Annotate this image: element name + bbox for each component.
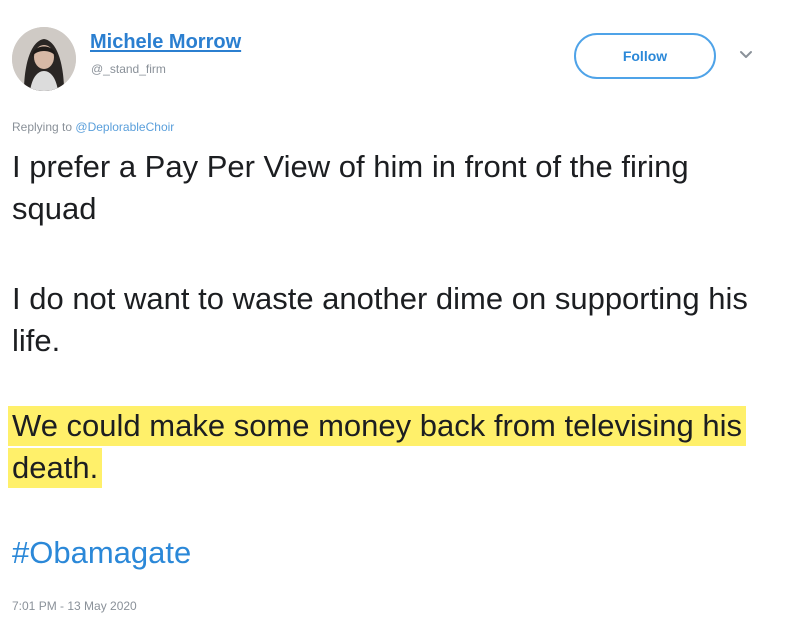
avatar[interactable] bbox=[12, 27, 76, 91]
hashtag-link[interactable]: #Obamagate bbox=[12, 532, 191, 574]
follow-button[interactable]: Follow bbox=[574, 33, 716, 79]
reply-mention-link[interactable]: @DeplorableChoir bbox=[75, 120, 174, 134]
tweet-paragraph: I prefer a Pay Per View of him in front … bbox=[12, 149, 689, 226]
tweet-timestamp[interactable]: 7:01 PM - 13 May 2020 bbox=[12, 599, 137, 613]
reply-context: Replying to @DeplorableChoir bbox=[12, 120, 174, 134]
tweet-paragraph: I do not want to waste another dime on s… bbox=[12, 281, 748, 358]
avatar-image bbox=[12, 27, 76, 91]
reply-prefix: Replying to bbox=[12, 120, 73, 134]
user-handle[interactable]: @_stand_firm bbox=[91, 62, 166, 76]
chevron-down-icon[interactable] bbox=[736, 48, 756, 62]
highlighted-text: We could make some money back from telev… bbox=[8, 406, 746, 488]
display-name[interactable]: Michele Morrow bbox=[90, 31, 241, 54]
tweet-card: Michele Morrow @_stand_firm Follow Reply… bbox=[0, 0, 788, 625]
tweet-paragraph-highlighted: We could make some money back from telev… bbox=[8, 405, 752, 489]
